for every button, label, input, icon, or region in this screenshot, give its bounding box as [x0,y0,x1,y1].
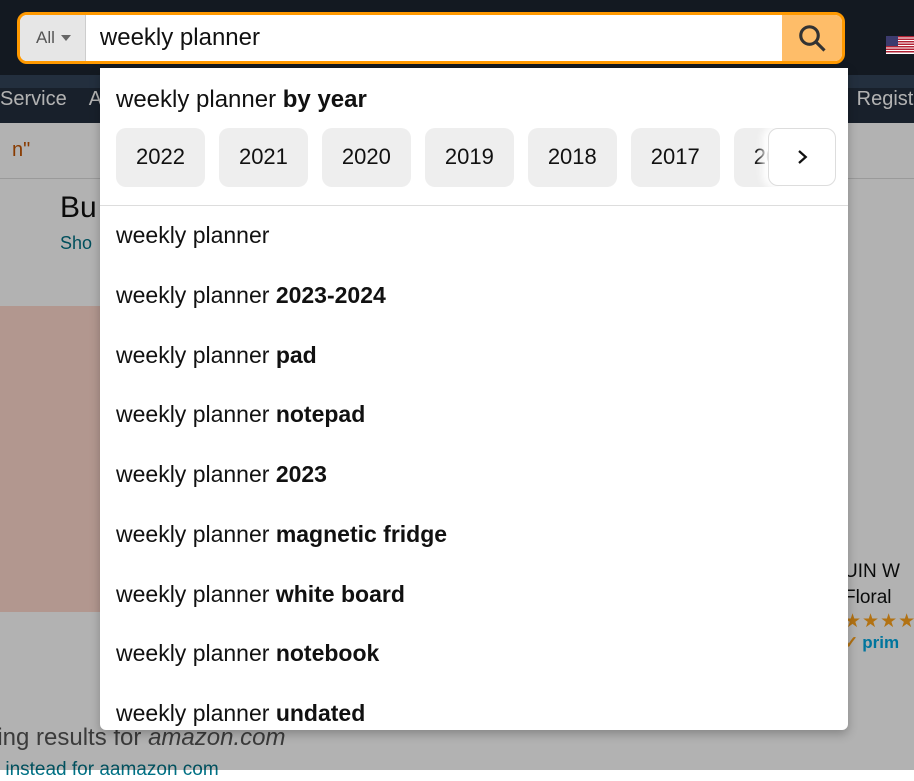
year-chip[interactable]: 2021 [219,128,308,187]
suggestion-prefix: weekly planner [116,521,276,547]
suggestion-item[interactable]: weekly planner white board [100,565,848,625]
year-chip-row: 2022 2021 2020 2019 2018 2017 2016 [100,128,848,206]
suggestion-prefix: weekly planner [116,222,269,248]
year-chip[interactable]: 2022 [116,128,205,187]
language-flag-icon[interactable] [886,36,914,54]
suggestion-prefix: weekly planner [116,401,276,427]
suggestion-item[interactable]: weekly planner undated [100,684,848,730]
top-nav: All [0,0,914,75]
year-chip[interactable]: 2019 [425,128,514,187]
suggestion-bold: 2023-2024 [276,282,386,308]
search-suggestions-dropdown: weekly planner by year 2022 2021 2020 20… [100,68,848,730]
suggestion-bold: notebook [276,640,380,666]
suggestion-item[interactable]: weekly planner notepad [100,385,848,445]
year-scroll-next-button[interactable] [768,128,836,186]
search-button[interactable] [782,15,842,61]
year-chip[interactable]: 2020 [322,128,411,187]
search-icon [797,23,827,53]
chevron-right-icon [793,148,811,166]
search-scope-label: All [36,28,55,48]
suggestion-bold: undated [276,700,365,726]
search-scope-dropdown[interactable]: All [20,15,86,61]
suggestion-item[interactable]: weekly planner pad [100,326,848,386]
year-chip[interactable]: 2017 [631,128,720,187]
suggestion-item[interactable]: weekly planner 2023 [100,445,848,505]
year-chip[interactable]: 2018 [528,128,617,187]
suggestion-item[interactable]: weekly planner [100,206,848,266]
suggestion-prefix: weekly planner [116,700,276,726]
suggestion-bold: notepad [276,401,365,427]
suggestion-prefix: weekly planner [116,282,276,308]
suggestions-header[interactable]: weekly planner by year [100,80,848,128]
suggestion-item[interactable]: weekly planner magnetic fridge [100,505,848,565]
suggestion-bold: pad [276,342,317,368]
suggestions-header-prefix: weekly planner [116,86,283,113]
chevron-down-icon [61,35,71,41]
search-bar: All [17,12,845,64]
suggestion-bold: white board [276,581,405,607]
suggestion-item[interactable]: weekly planner notebook [100,624,848,684]
suggestions-header-bold: by year [283,86,367,113]
suggestion-item[interactable]: weekly planner 2023-2024 [100,266,848,326]
suggestion-prefix: weekly planner [116,581,276,607]
suggestion-bold: 2023 [276,461,327,487]
suggestion-prefix: weekly planner [116,640,276,666]
suggestion-bold: magnetic fridge [276,521,447,547]
search-input[interactable] [86,15,782,61]
suggestion-prefix: weekly planner [116,461,276,487]
suggestion-prefix: weekly planner [116,342,276,368]
